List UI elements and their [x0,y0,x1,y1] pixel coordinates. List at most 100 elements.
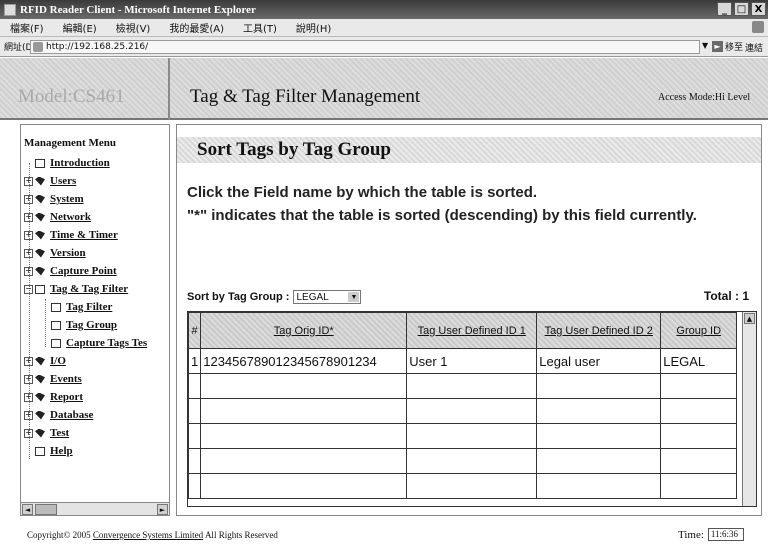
go-arrow-icon: ► [712,41,723,52]
go-button[interactable]: ► 移至 [712,40,743,53]
minimize-button[interactable]: _ [717,2,732,16]
expand-icon[interactable]: + [24,410,33,420]
page-title: Tag & Tag Filter Management [190,86,421,107]
menu-edit[interactable]: 編輯(E) [53,20,106,35]
app-header: Model:CS461 Tag & Tag Filter Management … [0,58,768,120]
menu-help[interactable]: 說明(H) [286,20,340,35]
expand-icon[interactable]: + [24,194,33,204]
total-count: Total : 1 [703,289,749,303]
table-row-empty [188,373,738,399]
sidebar-item-system[interactable]: + System [24,191,84,207]
menu-bar: 檔案(F) 編輯(E) 檢視(V) 我的最愛(A) 工具(T) 說明(H) [0,19,768,37]
sidebar-item-network[interactable]: + Network [24,209,91,225]
expand-icon[interactable]: + [24,374,33,384]
links-button[interactable]: 連結 [745,41,763,54]
address-bar: 網址(D) http://192.168.25.216/ ▼ ► 移至 連結 [0,37,768,57]
scroll-up-icon[interactable]: ▲ [744,313,755,324]
company-link[interactable]: Convergence Systems Limited [93,530,203,540]
sidebar-horizontal-scrollbar[interactable]: ◄ ► [21,502,169,515]
sidebar-item-test[interactable]: + Test [24,425,69,441]
time-label: Time: [678,528,704,541]
sidebar-item-time-timer[interactable]: + Time & Timer [24,227,118,243]
sidebar-item-report[interactable]: + Report [24,389,83,405]
sidebar-item-tag-tag-filter[interactable]: − Tag & Tag Filter [24,281,128,297]
folder-icon [35,428,45,438]
close-button[interactable]: X [751,2,766,16]
instructions: Click the Field name by which the table … [187,181,747,227]
address-dropdown-icon[interactable]: ▼ [702,41,708,50]
scroll-right-icon[interactable]: ► [157,504,168,515]
sidebar-item-capture-tags-test[interactable]: Capture Tags Tes [51,335,147,351]
page-icon [51,302,61,312]
table-cell: Legal user [536,348,662,374]
folder-icon [35,248,45,258]
menu-file[interactable]: 檔案(F) [0,20,53,35]
menu-favorites[interactable]: 我的最愛(A) [159,20,233,35]
page-icon [51,338,61,348]
table-cell: 1 [188,348,202,374]
sidebar-item-users[interactable]: + Users [24,173,76,189]
collapse-icon[interactable]: − [24,284,33,294]
window-title-bar: RFID Reader Client - Microsoft Internet … [0,0,768,19]
ie-icon [4,3,16,16]
sidebar-item-introduction[interactable]: Introduction [35,155,110,171]
folder-icon [35,356,45,366]
folder-icon [35,392,45,402]
instruction-sort: Click the Field name by which the table … [187,184,538,201]
sidebar-item-help[interactable]: Help [35,443,73,459]
menu-view[interactable]: 檢視(V) [106,20,160,35]
column-header-user-id-2[interactable]: Tag User Defined ID 2 [536,312,662,349]
section-title: Sort Tags by Tag Group [177,137,761,163]
tree-line [45,299,46,347]
time-display: Time: 11:6:36 [678,528,744,541]
table-cell: LEGAL [660,348,738,374]
folder-icon [35,194,45,204]
maximize-button[interactable]: □ [734,2,749,16]
expand-icon[interactable]: + [24,356,33,366]
address-url: http://192.168.25.216/ [46,42,149,52]
folder-icon [35,266,45,276]
expand-icon[interactable]: + [24,392,33,402]
table-vertical-scrollbar[interactable]: ▲ [742,312,756,506]
menu-tools[interactable]: 工具(T) [233,20,286,35]
expand-icon[interactable]: + [24,230,33,240]
column-header-number: # [188,312,202,349]
scroll-left-icon[interactable]: ◄ [22,504,33,515]
sidebar-item-version[interactable]: + Version [24,245,86,261]
sidebar-item-tag-group[interactable]: Tag Group [51,317,117,333]
tags-table-container: # Tag Orig ID* Tag User Defined ID 1 Tag… [187,311,757,507]
header-divider [168,58,170,120]
page-icon [35,158,45,168]
sidebar-item-io[interactable]: + I/O [24,353,66,369]
main-content: Sort Tags by Tag Group Click the Field n… [176,124,762,516]
column-header-tag-orig-id[interactable]: Tag Orig ID* [200,312,408,349]
access-mode: Access Mode:Hi Level [658,92,751,103]
sidebar-item-database[interactable]: + Database [24,407,93,423]
expand-icon[interactable]: + [24,428,33,438]
expand-icon[interactable]: + [24,266,33,276]
scrollbar-thumb[interactable] [35,504,57,515]
folder-icon [35,374,45,384]
expand-icon[interactable]: + [24,212,33,222]
tag-group-selected: LEGAL [296,291,329,303]
address-input[interactable]: http://192.168.25.216/ [30,40,700,54]
table-row-empty [188,398,738,424]
expand-icon[interactable]: + [24,248,33,258]
chevron-down-icon: ▼ [348,292,360,302]
column-header-group-id[interactable]: Group ID [660,312,738,349]
window-title: RFID Reader Client - Microsoft Internet … [20,3,256,16]
sidebar-item-events[interactable]: + Events [24,371,82,387]
sidebar-item-tag-filter[interactable]: Tag Filter [51,299,112,315]
management-menu: Management Menu Introduction + Users + S… [20,124,170,516]
open-folder-icon [35,284,45,294]
footer: Copyright© 2005 Convergence Systems Limi… [0,522,768,546]
window-controls: _ □ X [717,2,766,16]
tag-group-select[interactable]: LEGAL ▼ [293,290,362,304]
table-row-empty [188,473,738,499]
sidebar-item-capture-point[interactable]: + Capture Point [24,263,117,279]
instruction-marker: "*" indicates that the table is sorted (… [187,207,697,224]
column-header-user-id-1[interactable]: Tag User Defined ID 1 [406,312,538,349]
windows-logo-icon [752,21,764,33]
table-cell: 123456789012345678901234 [200,348,408,374]
expand-icon[interactable]: + [24,176,33,186]
